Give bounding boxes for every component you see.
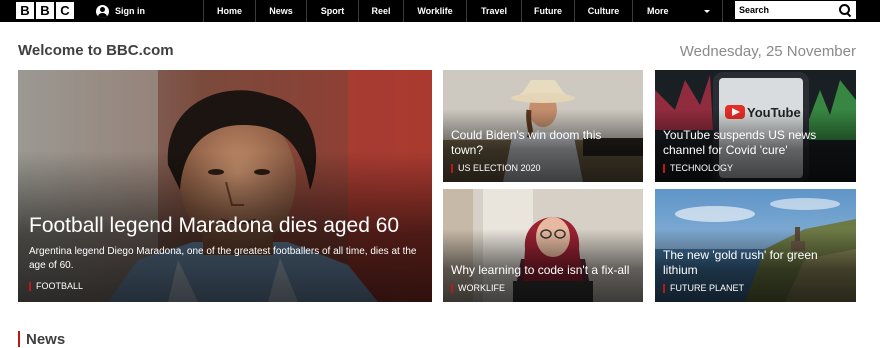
sign-in-label: Sign in <box>115 6 145 16</box>
current-date: Wednesday, 25 November <box>679 43 856 60</box>
story-tag-label: FUTURE PLANET <box>670 283 745 293</box>
story-tag-lithium[interactable]: FUTURE PLANET <box>663 283 848 294</box>
story-tag-youtube[interactable]: TECHNOLOGY <box>663 163 848 174</box>
top-story-tag[interactable]: FOOTBALL <box>29 281 421 292</box>
tag-marker <box>451 164 453 173</box>
story-headline-coding[interactable]: Why learning to code isn't a fix-all <box>451 263 635 278</box>
story-headline-lithium[interactable]: The new 'gold rush' for green lithium <box>663 248 848 278</box>
page-title: Welcome to BBC.com <box>18 42 174 59</box>
nav-item-travel[interactable]: Travel <box>466 0 521 22</box>
nav-item-news[interactable]: News <box>255 0 306 22</box>
section-heading-news[interactable]: News <box>18 330 65 348</box>
bbc-logo[interactable]: B B C <box>16 2 74 19</box>
nav-item-reel[interactable]: Reel <box>358 0 403 22</box>
nav-item-worklife[interactable]: Worklife <box>403 0 466 22</box>
top-navigation-bar: B B C Sign in Home News Sport Reel Workl… <box>0 0 880 22</box>
logo-letter-c: C <box>56 2 74 19</box>
story-headline-youtube[interactable]: YouTube suspends US news channel for Cov… <box>663 128 848 158</box>
top-story-summary: Argentina legend Diego Maradona, one of … <box>29 246 417 271</box>
story-headline-biden[interactable]: Could Biden's win doom this town? <box>451 128 635 158</box>
main-nav: Home News Sport Reel Worklife Travel Fut… <box>203 0 723 22</box>
story-tag-label: WORKLIFE <box>458 283 506 293</box>
story-tag-biden[interactable]: US ELECTION 2020 <box>451 163 635 174</box>
section-marker <box>18 331 20 347</box>
user-icon <box>96 4 109 18</box>
nav-item-home[interactable]: Home <box>203 0 255 22</box>
nav-item-more[interactable]: More <box>632 0 723 22</box>
nav-item-sport[interactable]: Sport <box>306 0 358 22</box>
tag-marker <box>663 284 665 293</box>
top-story-text: Football legend Maradona dies aged 60 Ar… <box>29 214 421 292</box>
sign-in-link[interactable]: Sign in <box>96 0 145 22</box>
story-text: YouTube suspends US news channel for Cov… <box>663 128 848 174</box>
logo-letter-b1: B <box>16 2 34 19</box>
story-text: Could Biden's win doom this town? US ELE… <box>451 128 635 174</box>
top-story-card[interactable]: Football legend Maradona dies aged 60 Ar… <box>18 70 432 302</box>
story-card-coding[interactable]: Why learning to code isn't a fix-all WOR… <box>443 189 643 302</box>
story-tag-coding[interactable]: WORKLIFE <box>451 283 635 294</box>
story-tag-label: US ELECTION 2020 <box>458 163 541 173</box>
search-placeholder: Search <box>739 5 770 15</box>
more-label: More <box>647 6 669 16</box>
story-text: The new 'gold rush' for green lithium FU… <box>663 248 848 294</box>
chevron-down-icon <box>704 10 710 13</box>
top-story-headline[interactable]: Football legend Maradona dies aged 60 <box>29 214 421 238</box>
story-card-youtube[interactable]: YouTube YouTube suspends US news channel… <box>655 70 856 182</box>
story-card-biden[interactable]: Could Biden's win doom this town? US ELE… <box>443 70 643 182</box>
story-card-lithium[interactable]: The new 'gold rush' for green lithium FU… <box>655 189 856 302</box>
nav-item-culture[interactable]: Culture <box>574 0 632 22</box>
top-story-tag-label: FOOTBALL <box>36 281 84 291</box>
logo-letter-b2: B <box>36 2 54 19</box>
story-text: Why learning to code isn't a fix-all WOR… <box>451 263 635 294</box>
story-tag-label: TECHNOLOGY <box>670 163 734 173</box>
tag-marker <box>29 282 31 291</box>
tag-marker <box>663 164 665 173</box>
section-title: News <box>26 330 66 348</box>
tag-marker <box>451 284 453 293</box>
search-icon[interactable] <box>838 3 852 17</box>
nav-item-future[interactable]: Future <box>521 0 574 22</box>
search-input[interactable]: Search <box>735 1 856 19</box>
